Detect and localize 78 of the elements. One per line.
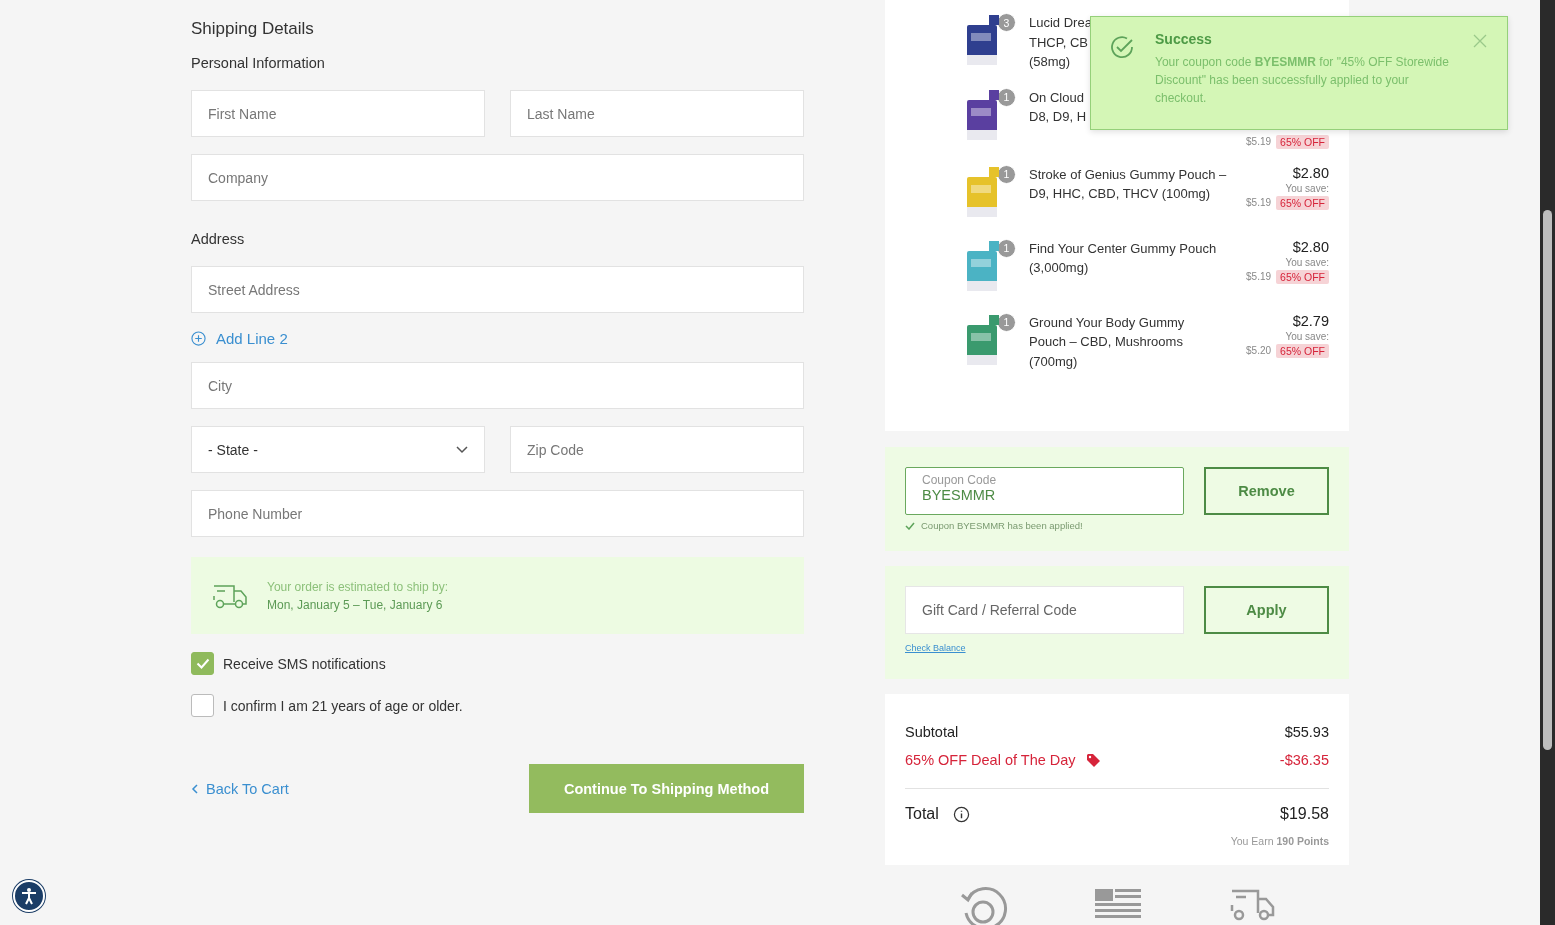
check-icon: [195, 658, 210, 669]
text-field[interactable]: City: [191, 362, 804, 409]
text-field[interactable]: Zip Code: [510, 426, 804, 473]
text-field[interactable]: Company: [191, 154, 804, 201]
gift-card-field[interactable]: Gift Card / Referral Code: [905, 586, 1184, 634]
text-field[interactable]: Phone Number: [191, 490, 804, 537]
points-text: You Earn 190 Points: [1230, 835, 1329, 847]
link-label[interactable]: Add Line 2: [216, 330, 288, 347]
ship-dates: Mon, January 5 – Tue, January 6: [267, 597, 444, 612]
product-name-line: (3,000mg): [1029, 259, 1089, 277]
remove-button[interactable]: Remove: [1204, 467, 1329, 515]
section-heading: Personal Information: [191, 55, 326, 71]
quantity-badge: 1: [997, 87, 1016, 107]
original-price: $5.20: [1246, 345, 1272, 356]
product-name-line: Find Your Center Gummy Pouch: [1029, 239, 1217, 258]
save-label: You save:: [1285, 330, 1329, 342]
state-select[interactable]: - State -: [191, 426, 485, 473]
product-name-line: D9, HHC, CBD, THCV (100mg): [1029, 185, 1211, 203]
product-name-line: On Cloud: [1029, 88, 1084, 107]
toast-title: Success: [1155, 31, 1213, 47]
coupon-note: Coupon BYESMMR has been applied!: [921, 520, 1083, 531]
text-field[interactable]: First Name: [191, 90, 485, 137]
total-label: Total: [905, 805, 939, 823]
product-price: $2.80: [1292, 238, 1329, 255]
discount-tag: 65% OFF: [1276, 134, 1329, 149]
product-name-line: Pouch – CBD, Mushrooms: [1029, 333, 1183, 351]
product-name-line: Ground Your Body Gummy: [1029, 313, 1185, 332]
discount-tag: 65% OFF: [1276, 343, 1329, 358]
total-value: $19.58: [1280, 805, 1329, 823]
subtotal-label: Subtotal: [905, 724, 959, 740]
product-price: $2.80: [1292, 164, 1329, 181]
product-name-line: D8, D9, H: [1029, 108, 1087, 126]
discount-value: -$36.35: [1279, 752, 1329, 768]
save-label: You save:: [1285, 256, 1329, 268]
ship-estimate-label: Your order is estimated to ship by:: [267, 579, 448, 594]
checkbox-label: I confirm I am 21 years of age or older.: [223, 697, 463, 714]
subtotal-value: $55.93: [1284, 724, 1329, 740]
plus-circle-icon: [191, 331, 206, 346]
accessibility-button[interactable]: [13, 880, 45, 912]
product-name-line: Stroke of Genius Gummy Pouch –: [1029, 165, 1227, 184]
checkbox[interactable]: [191, 694, 214, 717]
quantity-badge: 1: [997, 312, 1016, 332]
toast-message: Your coupon code BYESMMR for "45% OFF Storewide Discount" has been successfully applied to your checkout.: [1155, 54, 1450, 107]
tag-icon: [1085, 753, 1100, 767]
page-title: Shipping Details: [191, 19, 315, 39]
checkbox-label: Receive SMS notifications: [223, 655, 386, 672]
discount-tag: 65% OFF: [1276, 269, 1329, 284]
product-name-line: (700mg): [1029, 352, 1078, 371]
quantity-badge: 1: [997, 164, 1016, 184]
scrollbar[interactable]: [1540, 0, 1555, 925]
quantity-badge: 1: [997, 238, 1016, 258]
text-field[interactable]: Last Name: [510, 90, 804, 137]
add-line-link[interactable]: Add Line 2: [191, 330, 804, 347]
save-label: You save:: [1285, 182, 1329, 194]
continue-button[interactable]: Continue To Shipping Method: [529, 764, 804, 813]
link-label[interactable]: Back To Cart: [206, 780, 289, 797]
discount-tag: 65% OFF: [1276, 195, 1329, 210]
check-icon: [905, 521, 915, 530]
info-icon[interactable]: [952, 805, 970, 823]
apply-button[interactable]: Apply: [1204, 586, 1329, 634]
text-field[interactable]: Street Address: [191, 266, 804, 313]
chevron-left-icon: [191, 783, 198, 794]
original-price: $5.19: [1246, 136, 1272, 147]
check-balance-link[interactable]: Check Balance: [905, 643, 966, 653]
original-price: $5.19: [1246, 271, 1272, 282]
product-name-line: (58mg): [1029, 53, 1071, 71]
checkbox[interactable]: [191, 652, 214, 675]
original-price: $5.19: [1246, 197, 1272, 208]
coupon-field[interactable]: Coupon Code BYESMMR: [905, 467, 1184, 515]
quantity-badge: 3: [997, 13, 1016, 32]
check-circle-icon: [1109, 35, 1135, 61]
section-heading: Address: [191, 231, 246, 247]
product-name-line: THCP, CB: [1029, 33, 1088, 52]
discount-label: 65% OFF Deal of The Day: [905, 752, 1076, 768]
product-price: $2.79: [1292, 312, 1329, 329]
accessibility-icon: [20, 887, 38, 905]
back-to-cart-link[interactable]: Back To Cart: [191, 780, 289, 797]
chevron-down-icon: [456, 445, 468, 454]
